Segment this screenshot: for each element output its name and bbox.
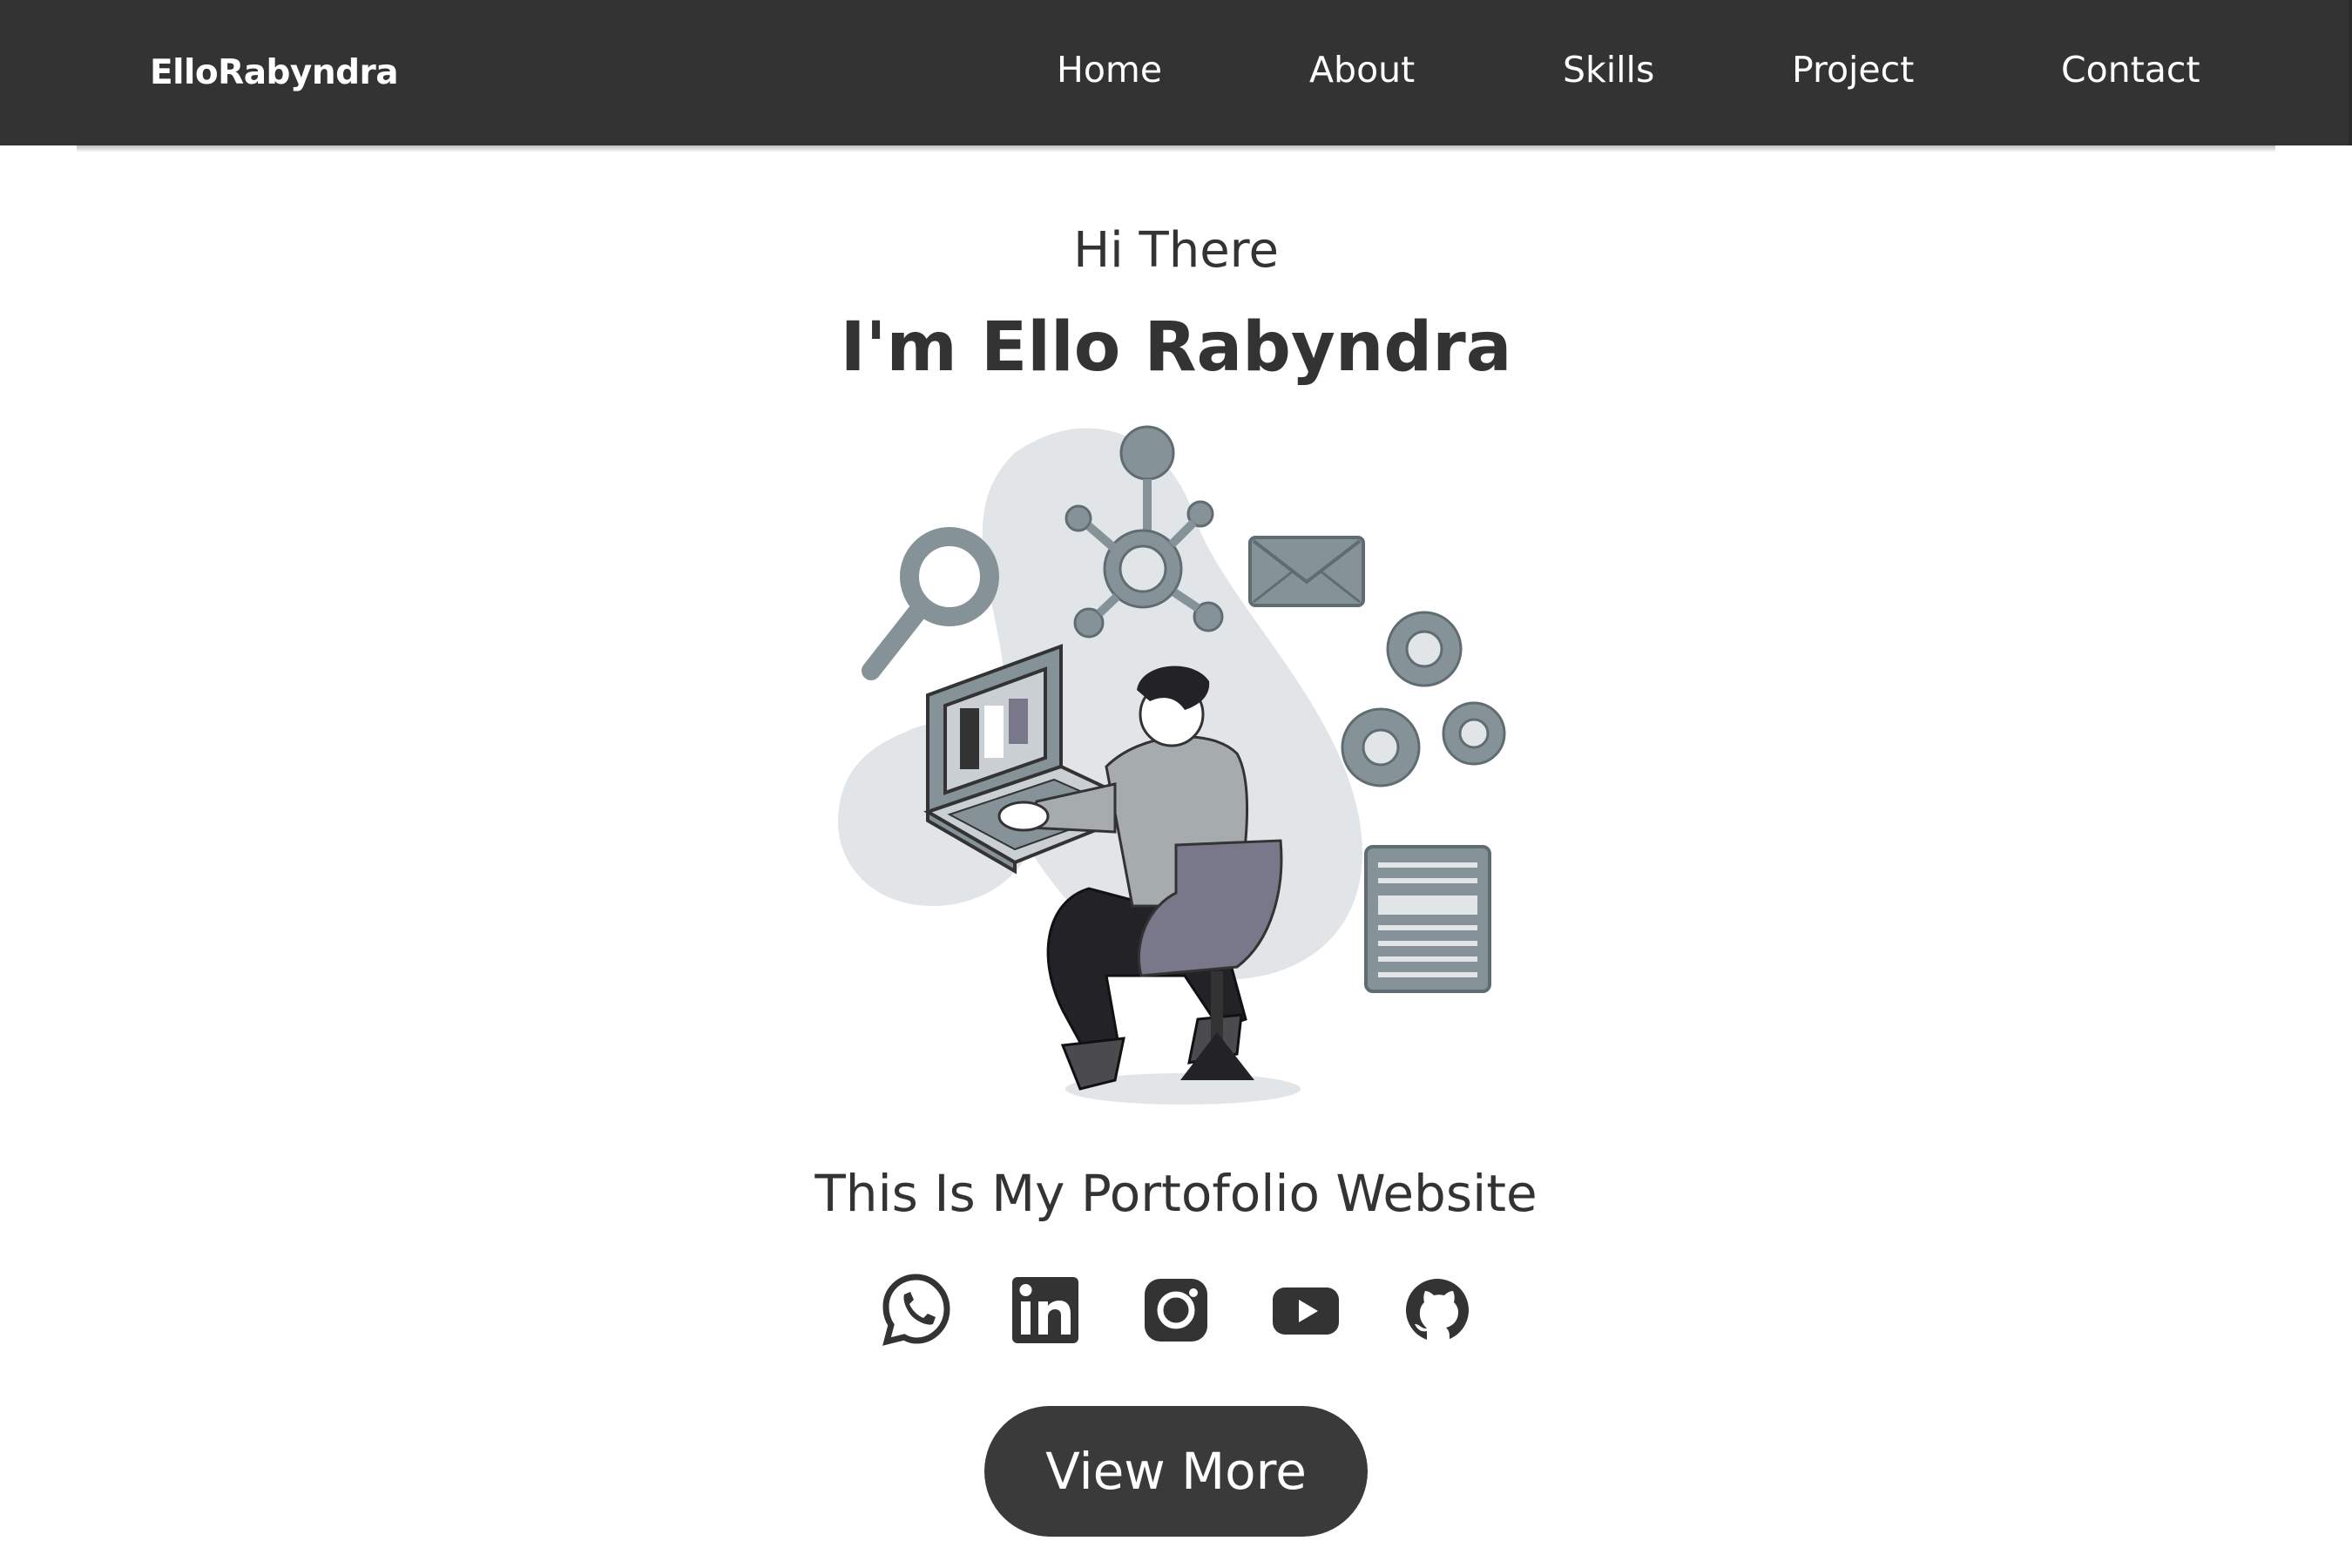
hero-greeting: Hi There <box>1073 222 1279 279</box>
nav-link-skills[interactable]: Skills <box>1563 45 1654 94</box>
document-icon <box>1364 845 1491 993</box>
linkedin-icon[interactable] <box>1009 1270 1082 1348</box>
hero-tagline: This Is My Portofolio Website <box>814 1164 1538 1223</box>
developer-at-laptop-illustration <box>828 418 1524 1115</box>
github-icon[interactable] <box>1401 1270 1474 1348</box>
whatsapp-icon[interactable] <box>880 1270 953 1348</box>
nav-links: Home About Skills Project Contact <box>0 0 2352 145</box>
magnifier-icon <box>862 527 999 680</box>
nav-link-about[interactable]: About <box>1309 45 1415 94</box>
navbar-shadow <box>77 145 2275 152</box>
hero-name: I'm Ello Rabyndra <box>840 308 1512 387</box>
nav-link-home[interactable]: Home <box>1057 45 1162 94</box>
youtube-icon[interactable] <box>1269 1270 1342 1348</box>
nav-link-project[interactable]: Project <box>1792 45 1914 94</box>
view-more-button[interactable]: View More <box>984 1406 1368 1537</box>
instagram-icon[interactable] <box>1139 1270 1213 1348</box>
gear-icon <box>1341 611 1506 787</box>
illustration-svg <box>837 425 1506 1105</box>
social-links <box>0 1270 2352 1348</box>
envelope-icon <box>1248 536 1365 607</box>
navbar: ElloRabyndra Home About Skills Project C… <box>0 0 2352 145</box>
nav-link-contact[interactable]: Contact <box>2061 45 2200 94</box>
